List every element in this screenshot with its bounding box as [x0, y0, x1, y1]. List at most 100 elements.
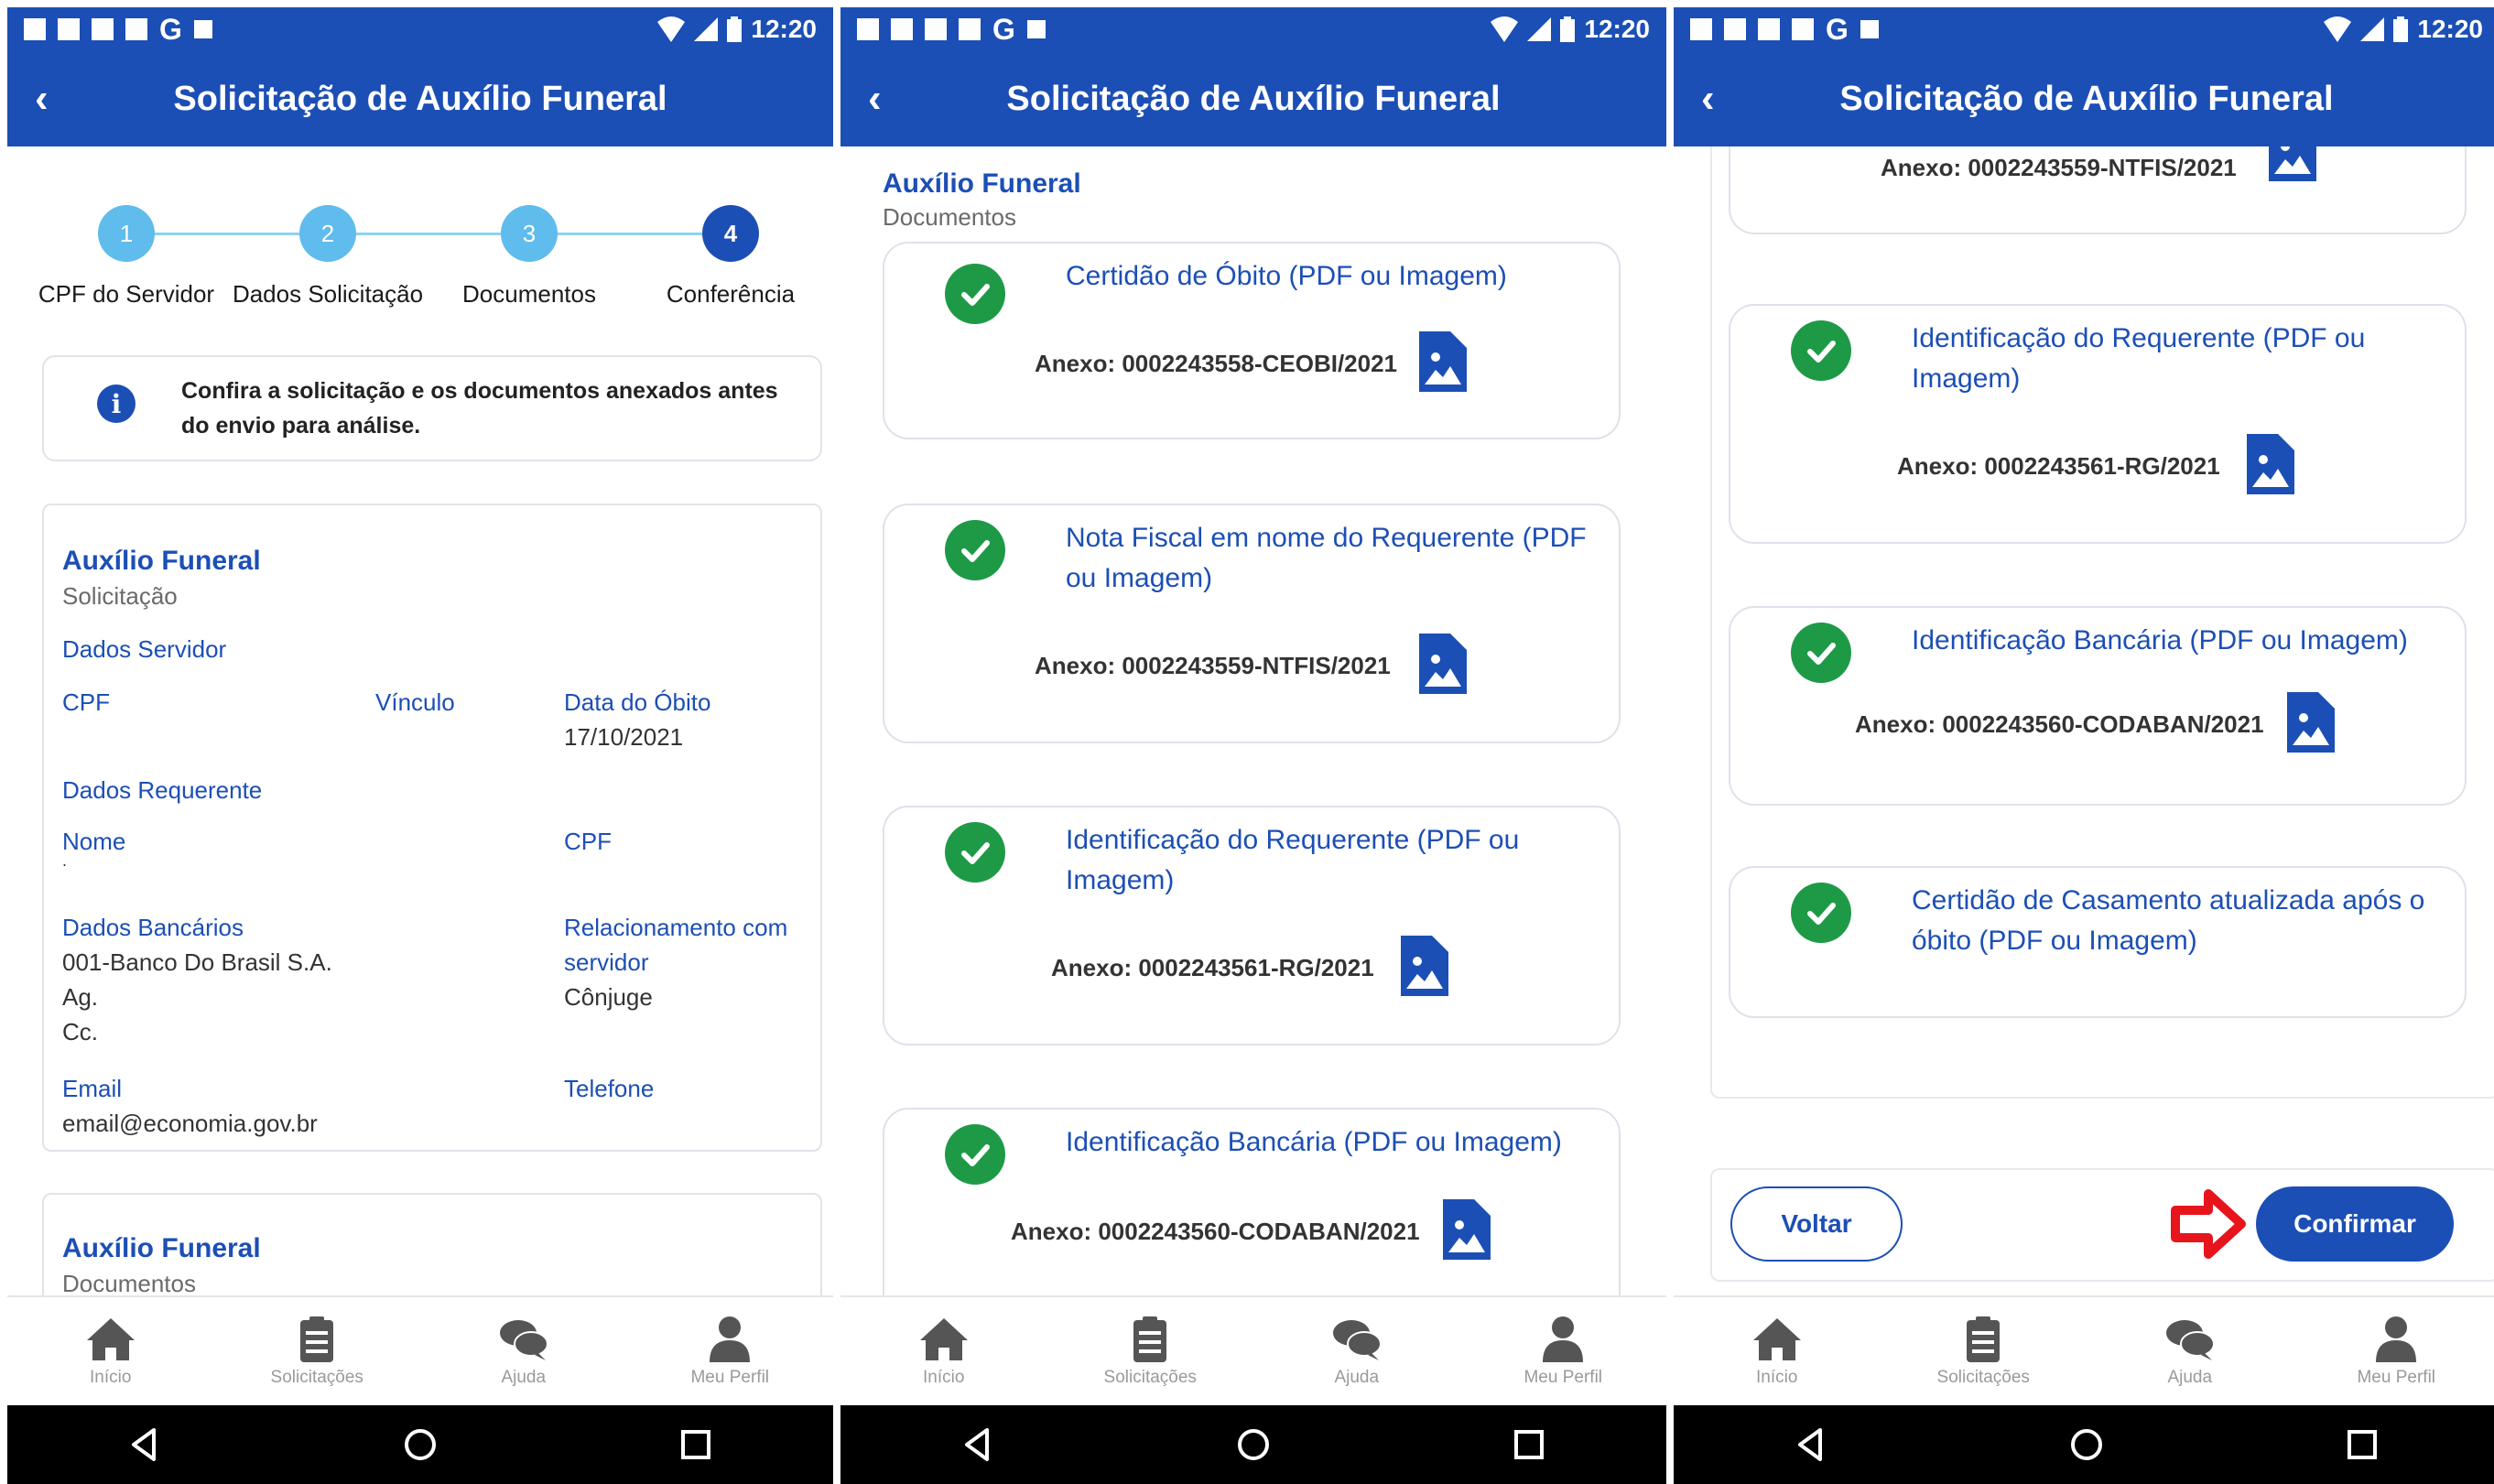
battery-icon [1560, 16, 1576, 42]
image-file-icon[interactable] [2269, 146, 2316, 181]
content-area[interactable]: Auxílio Funeral Documentos Certidão de Ó… [840, 146, 1666, 1295]
document-card[interactable]: Certidão de Casamento atualizada após o … [1729, 866, 2467, 1018]
nav-solicitacoes-label: Solicitações [1103, 1368, 1197, 1387]
status-bar: G 12:20 [1674, 7, 2494, 51]
home-circle-icon[interactable] [1233, 1424, 1274, 1465]
back-arrow-icon[interactable]: ‹ [35, 79, 49, 119]
documents-section-title: Auxílio Funeral [883, 168, 1081, 199]
step-4-circle: 4 [702, 205, 759, 262]
nav-inicio[interactable]: Início [19, 1297, 202, 1405]
documents-section-subtitle: Documentos [883, 203, 1016, 231]
back-triangle-icon[interactable] [1791, 1424, 1831, 1465]
nav-ajuda-label: Ajuda [501, 1368, 547, 1387]
document-title: Nota Fiscal em nome do Requerente (PDF [1066, 523, 1587, 553]
wifi-icon [657, 16, 686, 42]
notification-icon [193, 20, 212, 38]
notification-icon [959, 18, 981, 40]
email-value: email@economia.gov.br [62, 1110, 318, 1137]
user-icon [1543, 1316, 1584, 1362]
document-title: Identificação Bancária (PDF ou Imagem) [1912, 625, 2408, 655]
image-file-icon[interactable] [1419, 331, 1467, 392]
back-triangle-icon[interactable] [958, 1424, 998, 1465]
document-title: Identificação Bancária (PDF ou Imagem) [1066, 1127, 1562, 1157]
image-file-icon[interactable] [1401, 936, 1448, 996]
google-icon: G [992, 13, 1015, 46]
relacionamento-label-cont: servidor [564, 948, 649, 976]
back-arrow-icon[interactable]: ‹ [1701, 79, 1715, 119]
document-card[interactable]: Anexo: 0002243559-NTFIS/2021 [1729, 146, 2467, 234]
info-banner: i Confira a solicitação e os documentos … [42, 355, 822, 461]
document-annex: Anexo: 0002243560-CODABAN/2021 [1855, 710, 2264, 738]
cpf-requerente-label: CPF [564, 828, 612, 855]
nome-label: Nome [62, 828, 126, 855]
screen-documentos: G 12:20 ‹ Solicitação de Auxílio Funeral… [840, 7, 1666, 1484]
document-card[interactable]: Identificação do Requerente (PDF ou Imag… [1729, 304, 2467, 544]
clock: 12:20 [751, 15, 817, 43]
notification-icon [125, 18, 147, 40]
document-title: Certidão de Casamento atualizada após o [1912, 885, 2425, 915]
nav-perfil-label: Meu Perfil [690, 1368, 770, 1387]
notification-icon [58, 18, 80, 40]
document-annex: Anexo: 0002243559-NTFIS/2021 [1035, 652, 1391, 679]
notification-icon [1026, 20, 1046, 38]
content-area[interactable]: Anexo: 0002243559-NTFIS/2021 Identificaç… [1674, 146, 2494, 1295]
document-card[interactable]: Certidão de Óbito (PDF ou Imagem) Anexo:… [883, 242, 1621, 439]
summary-subtitle: Solicitação [62, 582, 178, 610]
nav-ajuda[interactable]: Ajuda [2098, 1297, 2282, 1405]
back-triangle-icon[interactable] [125, 1424, 165, 1465]
document-card[interactable]: Identificação do Requerente (PDF ou Imag… [883, 806, 1621, 1045]
step-3: 3 Documentos [428, 205, 630, 309]
document-card[interactable]: Identificação Bancária (PDF ou Imagem) A… [883, 1108, 1621, 1295]
recents-square-icon[interactable] [676, 1424, 716, 1465]
voltar-button[interactable]: Voltar [1730, 1186, 1903, 1262]
content-area[interactable]: 1 CPF do Servidor 2 Dados Solicitação 3 … [7, 146, 833, 1295]
recents-square-icon[interactable] [2342, 1424, 2382, 1465]
step-4: 4 Conferência [630, 205, 831, 309]
system-nav-bar [1674, 1405, 2494, 1484]
bottom-nav: Início Solicitações Ajuda Meu Perfil [7, 1295, 833, 1405]
google-icon: G [1826, 13, 1849, 46]
notification-icon [1724, 18, 1746, 40]
document-title-cont: Imagem) [1066, 865, 1175, 895]
confirmar-button[interactable]: Confirmar [2256, 1186, 2454, 1262]
chat-icon [1332, 1320, 1382, 1360]
action-bar: Voltar Confirmar [1710, 1168, 2494, 1282]
conta-value: Cc. [62, 1018, 98, 1045]
recents-square-icon[interactable] [1509, 1424, 1549, 1465]
nav-perfil[interactable]: Meu Perfil [1471, 1297, 1654, 1405]
document-card[interactable]: Identificação Bancária (PDF ou Imagem) A… [1729, 606, 2467, 806]
info-icon: i [97, 385, 136, 423]
nav-solicitacoes[interactable]: Solicitações [1058, 1297, 1242, 1405]
step-1: 1 CPF do Servidor [26, 205, 227, 309]
documents-card: Auxílio Funeral Documentos [42, 1193, 822, 1295]
data-obito-label: Data do Óbito [564, 688, 711, 716]
nav-ajuda[interactable]: Ajuda [1265, 1297, 1448, 1405]
status-notification-icons: G [24, 15, 212, 44]
check-circle-icon [1791, 623, 1851, 683]
app-bar: ‹ Solicitação de Auxílio Funeral [7, 51, 833, 146]
image-file-icon[interactable] [2287, 692, 2335, 753]
image-file-icon[interactable] [1419, 634, 1467, 694]
nav-perfil-label: Meu Perfil [1524, 1368, 1603, 1387]
nav-perfil-label: Meu Perfil [2357, 1368, 2436, 1387]
dados-servidor-heading: Dados Servidor [62, 635, 227, 663]
nav-inicio[interactable]: Início [852, 1297, 1036, 1405]
nav-inicio-label: Início [1756, 1368, 1798, 1387]
nav-inicio-label: Início [90, 1368, 132, 1387]
status-bar: G 12:20 [840, 7, 1666, 51]
back-arrow-icon[interactable]: ‹ [868, 79, 882, 119]
relacionamento-value: Cônjuge [564, 983, 653, 1011]
home-circle-icon[interactable] [400, 1424, 440, 1465]
home-circle-icon[interactable] [2066, 1424, 2107, 1465]
image-file-icon[interactable] [1443, 1199, 1491, 1260]
nav-ajuda[interactable]: Ajuda [432, 1297, 615, 1405]
nav-solicitacoes-label: Solicitações [1936, 1368, 2030, 1387]
nav-perfil[interactable]: Meu Perfil [2304, 1297, 2488, 1405]
nav-inicio[interactable]: Início [1686, 1297, 1869, 1405]
nav-solicitacoes[interactable]: Solicitações [225, 1297, 408, 1405]
document-card[interactable]: Nota Fiscal em nome do Requerente (PDF o… [883, 504, 1621, 743]
image-file-icon[interactable] [2247, 434, 2294, 494]
page-title: Solicitação de Auxílio Funeral [173, 79, 667, 118]
nav-solicitacoes[interactable]: Solicitações [1892, 1297, 2075, 1405]
nav-perfil[interactable]: Meu Perfil [638, 1297, 821, 1405]
